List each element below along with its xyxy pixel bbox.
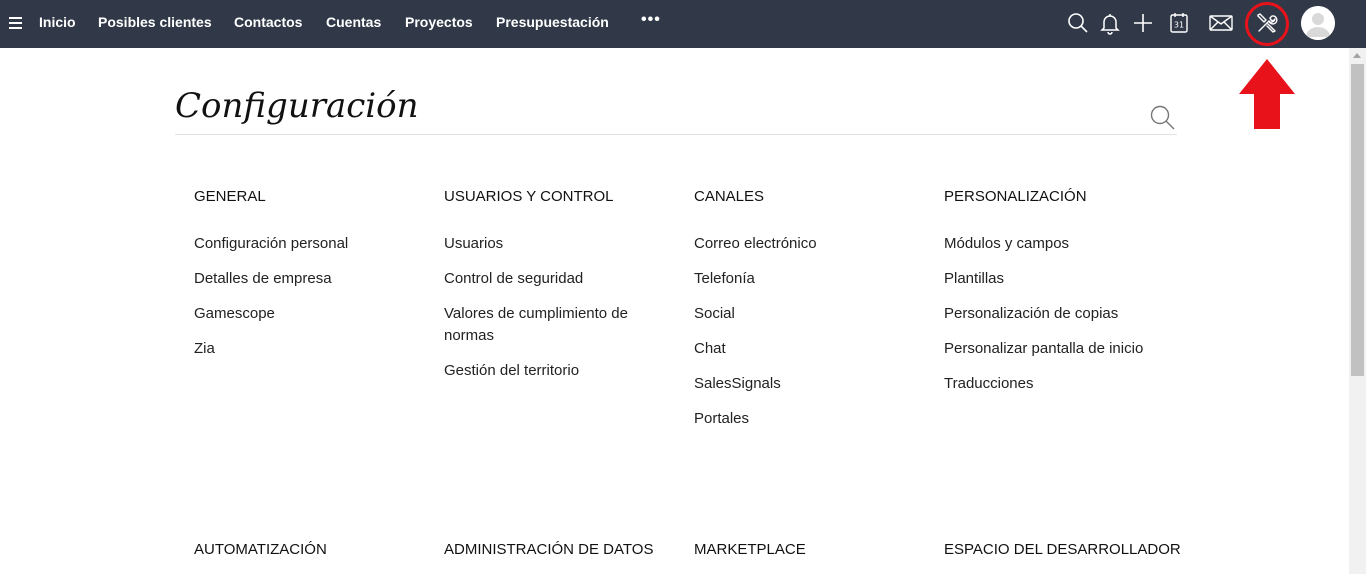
section-heading-automatizacion: AUTOMATIZACIÓN <box>194 541 327 558</box>
link-social[interactable]: Social <box>694 303 904 325</box>
section-list-usuarios-y-control: Usuarios Control de seguridad Valores de… <box>444 233 654 395</box>
link-valores-de-cumplimiento[interactable]: Valores de cumplimiento de normas <box>444 303 654 347</box>
scroll-up-arrow-icon[interactable] <box>1353 53 1361 58</box>
calendar-day-text: 31 <box>1174 21 1184 30</box>
page-title: Configuración <box>175 86 419 126</box>
link-portales[interactable]: Portales <box>694 408 904 430</box>
section-heading-personalizacion: PERSONALIZACIÓN <box>944 188 1087 205</box>
setup-tools-icon[interactable] <box>1255 11 1279 35</box>
link-telefonia[interactable]: Telefonía <box>694 268 904 290</box>
hamburger-menu-icon[interactable] <box>9 17 22 29</box>
link-usuarios[interactable]: Usuarios <box>444 233 654 255</box>
section-list-canales: Correo electrónico Telefonía Social Chat… <box>694 233 904 443</box>
section-heading-general: GENERAL <box>194 188 266 205</box>
nav-tab-proyectos[interactable]: Proyectos <box>405 14 473 30</box>
link-salessignals[interactable]: SalesSignals <box>694 373 904 395</box>
nav-tab-posibles-clientes[interactable]: Posibles clientes <box>98 14 212 30</box>
nav-tab-contactos[interactable]: Contactos <box>234 14 302 30</box>
section-heading-administracion-de-datos: ADMINISTRACIÓN DE DATOS <box>444 541 654 558</box>
more-tabs-button[interactable]: ••• <box>641 11 661 29</box>
mail-icon[interactable] <box>1208 11 1234 35</box>
nav-tab-inicio[interactable]: Inicio <box>39 14 76 30</box>
link-modulos-y-campos[interactable]: Módulos y campos <box>944 233 1174 255</box>
link-detalles-de-empresa[interactable]: Detalles de empresa <box>194 268 404 290</box>
link-chat[interactable]: Chat <box>694 338 904 360</box>
vertical-scrollbar[interactable] <box>1349 48 1366 574</box>
section-heading-espacio-del-desarrollador: ESPACIO DEL DESARROLLADOR <box>944 541 1181 558</box>
top-navigation-bar: Inicio Posibles clientes Contactos Cuent… <box>0 0 1366 48</box>
red-arrow-annotation <box>1238 58 1296 130</box>
link-traducciones[interactable]: Traducciones <box>944 373 1174 395</box>
section-heading-usuarios-y-control: USUARIOS Y CONTROL <box>444 188 614 205</box>
link-gestion-del-territorio[interactable]: Gestión del territorio <box>444 360 654 382</box>
link-correo-electronico[interactable]: Correo electrónico <box>694 233 904 255</box>
scroll-thumb[interactable] <box>1351 64 1364 376</box>
section-heading-canales: CANALES <box>694 188 765 205</box>
link-personalizar-pantalla-de-inicio[interactable]: Personalizar pantalla de inicio <box>944 338 1174 360</box>
bell-icon[interactable] <box>1098 11 1122 35</box>
link-control-de-seguridad[interactable]: Control de seguridad <box>444 268 654 290</box>
section-list-personalizacion: Módulos y campos Plantillas Personalizac… <box>944 233 1174 408</box>
title-divider <box>175 134 1177 135</box>
search-icon[interactable] <box>1066 11 1090 35</box>
section-list-general: Configuración personal Detalles de empre… <box>194 233 404 373</box>
avatar[interactable] <box>1301 6 1335 40</box>
link-zia[interactable]: Zia <box>194 338 404 360</box>
nav-tab-presupuestacion[interactable]: Presupuestación <box>496 14 609 30</box>
plus-icon[interactable] <box>1131 11 1155 35</box>
link-plantillas[interactable]: Plantillas <box>944 268 1174 290</box>
section-heading-marketplace: MARKETPLACE <box>694 541 806 558</box>
link-personalizacion-de-copias[interactable]: Personalización de copias <box>944 303 1174 325</box>
link-gamescope[interactable]: Gamescope <box>194 303 404 325</box>
search-icon[interactable] <box>1148 103 1176 131</box>
nav-tab-cuentas[interactable]: Cuentas <box>326 14 381 30</box>
link-configuracion-personal[interactable]: Configuración personal <box>194 233 404 255</box>
calendar-icon[interactable]: 31 <box>1167 11 1191 35</box>
